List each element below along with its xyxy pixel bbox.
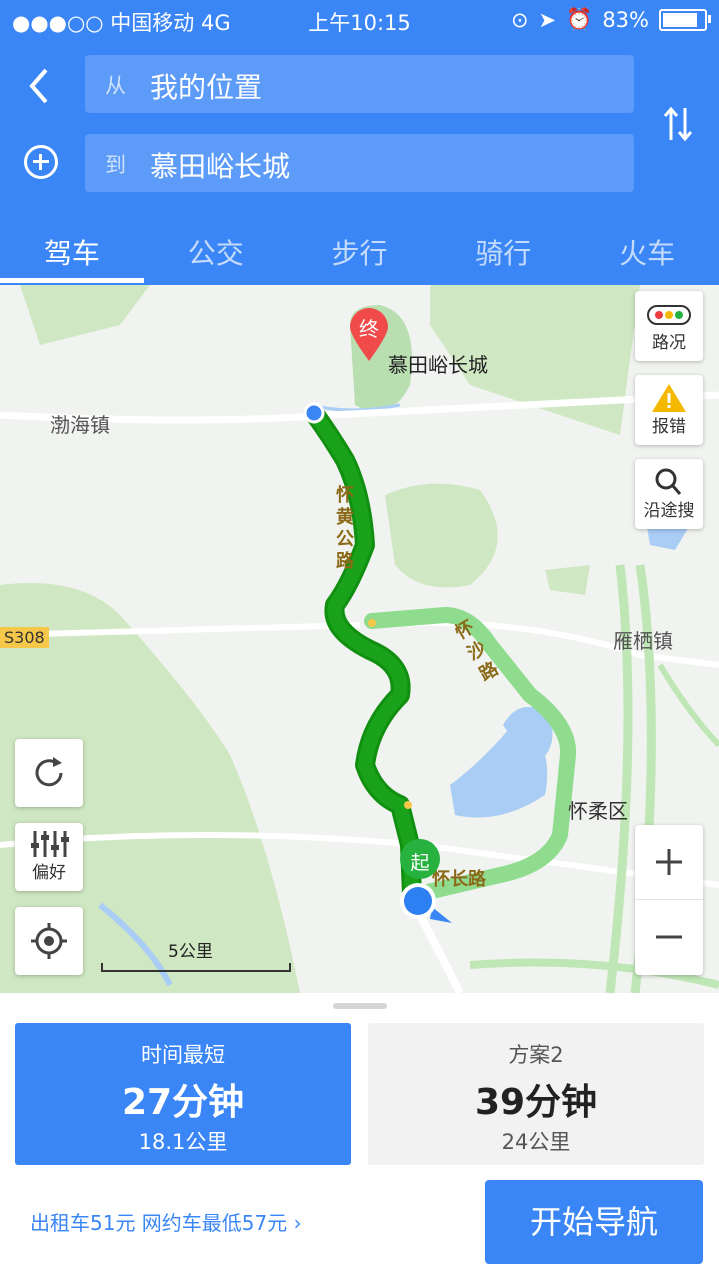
- plan-2-distance: 24公里: [501, 1130, 571, 1154]
- battery-percent: 83%: [602, 7, 649, 32]
- origin-prefix: 从: [105, 74, 126, 98]
- warning-icon: [652, 384, 686, 412]
- tab-walk[interactable]: 步行: [288, 212, 432, 285]
- report-error-label: 报错: [652, 417, 686, 437]
- plan-1-title: 时间最短: [141, 1043, 225, 1067]
- tab-drive[interactable]: 驾车: [0, 212, 144, 285]
- refresh-button[interactable]: [15, 739, 83, 807]
- origin-value: 我的位置: [150, 71, 263, 104]
- map-canvas: [0, 285, 719, 993]
- plan-2-duration: 39分钟: [474, 1082, 598, 1123]
- current-location-icon: [400, 883, 452, 923]
- status-bar: ●●●○○ 中国移动 4G 上午10:15 ⊙ ➤ ⏰ 83%: [0, 0, 719, 40]
- end-marker-label: 终: [359, 317, 379, 341]
- drag-handle[interactable]: [333, 1003, 387, 1009]
- plan-1-duration: 27分钟: [121, 1082, 245, 1123]
- search-along-button[interactable]: 沿途搜: [635, 459, 703, 529]
- orientation-lock-icon: ⊙: [510, 7, 529, 32]
- traffic-button[interactable]: 路况: [635, 291, 703, 361]
- minus-icon: [656, 935, 682, 939]
- swap-arrows-icon: [663, 106, 693, 142]
- destination-value: 慕田峪长城: [150, 150, 291, 183]
- locate-me-button[interactable]: [15, 907, 83, 975]
- start-marker-label: 起: [410, 852, 430, 874]
- plus-icon: [656, 849, 682, 875]
- destination-prefix: 到: [105, 153, 126, 177]
- sliders-icon: [31, 831, 69, 857]
- preference-button[interactable]: 偏好: [15, 823, 83, 891]
- plan-1-distance: 18.1公里: [138, 1130, 228, 1154]
- battery-icon: [659, 8, 711, 31]
- destination-map-label: 慕田峪长城: [388, 353, 488, 377]
- start-navigation-button[interactable]: 开始导航: [485, 1180, 703, 1264]
- zoom-out-button[interactable]: [635, 900, 703, 975]
- search-along-label: 沿途搜: [643, 501, 695, 521]
- search-icon: [655, 468, 682, 495]
- zoom-control: [635, 825, 703, 975]
- yanqi-town-label: 雁栖镇: [613, 629, 673, 653]
- traffic-label: 路况: [652, 333, 686, 353]
- tab-train[interactable]: 火车: [575, 212, 719, 285]
- route-plans-panel: 时间最短 27分钟 18.1公里 方案2 39分钟 24公里 出租车51元 网约…: [0, 993, 719, 1280]
- preference-label: 偏好: [32, 863, 66, 883]
- back-button[interactable]: [22, 66, 58, 106]
- s308-road-badge: S308: [0, 627, 49, 648]
- add-waypoint-button[interactable]: [24, 145, 58, 179]
- destination-field[interactable]: 到 慕田峪长城: [85, 134, 634, 192]
- chevron-right-icon: ›: [293, 1211, 302, 1235]
- plan-card-2[interactable]: 方案2 39分钟 24公里: [368, 1023, 704, 1165]
- zoom-in-button[interactable]: [635, 825, 703, 900]
- report-error-button[interactable]: 报错: [635, 375, 703, 445]
- traffic-light-icon: [647, 305, 691, 325]
- transport-tabs: 驾车 公交 步行 骑行 火车: [0, 212, 719, 285]
- tab-bus[interactable]: 公交: [144, 212, 288, 285]
- huairou-district-label: 怀柔区: [568, 799, 628, 823]
- status-right: ⊙ ➤ ⏰ 83%: [510, 7, 711, 32]
- origin-field[interactable]: 从 我的位置: [85, 55, 634, 113]
- bohai-town-label: 渤海镇: [50, 413, 110, 437]
- route-header: ●●●○○ 中国移动 4G 上午10:15 ⊙ ➤ ⏰ 83% 从 我的位置 到…: [0, 0, 719, 285]
- crosshair-icon: [31, 923, 67, 959]
- chevron-left-icon: [29, 68, 48, 104]
- fare-info-link[interactable]: 出租车51元 网约车最低57元 ›: [30, 1207, 302, 1236]
- alarm-icon: ⏰: [566, 7, 593, 31]
- refresh-icon: [35, 757, 63, 787]
- map-view[interactable]: 终 慕田峪长城 渤海镇 雁栖镇 怀柔区 怀黄公路 怀沙路 怀长路 S308 起 …: [0, 285, 719, 993]
- tab-bike[interactable]: 骑行: [431, 212, 575, 285]
- end-marker[interactable]: 终: [346, 305, 392, 363]
- location-arrow-icon: ➤: [538, 7, 557, 32]
- huaihuang-road-label: 怀黄公路: [336, 485, 354, 572]
- scale-label: 5公里: [168, 942, 213, 962]
- fare-text: 出租车51元 网约车最低57元: [30, 1211, 288, 1235]
- swap-route-button[interactable]: [660, 104, 696, 144]
- plan-2-title: 方案2: [508, 1043, 564, 1067]
- plan-card-1[interactable]: 时间最短 27分钟 18.1公里: [15, 1023, 351, 1165]
